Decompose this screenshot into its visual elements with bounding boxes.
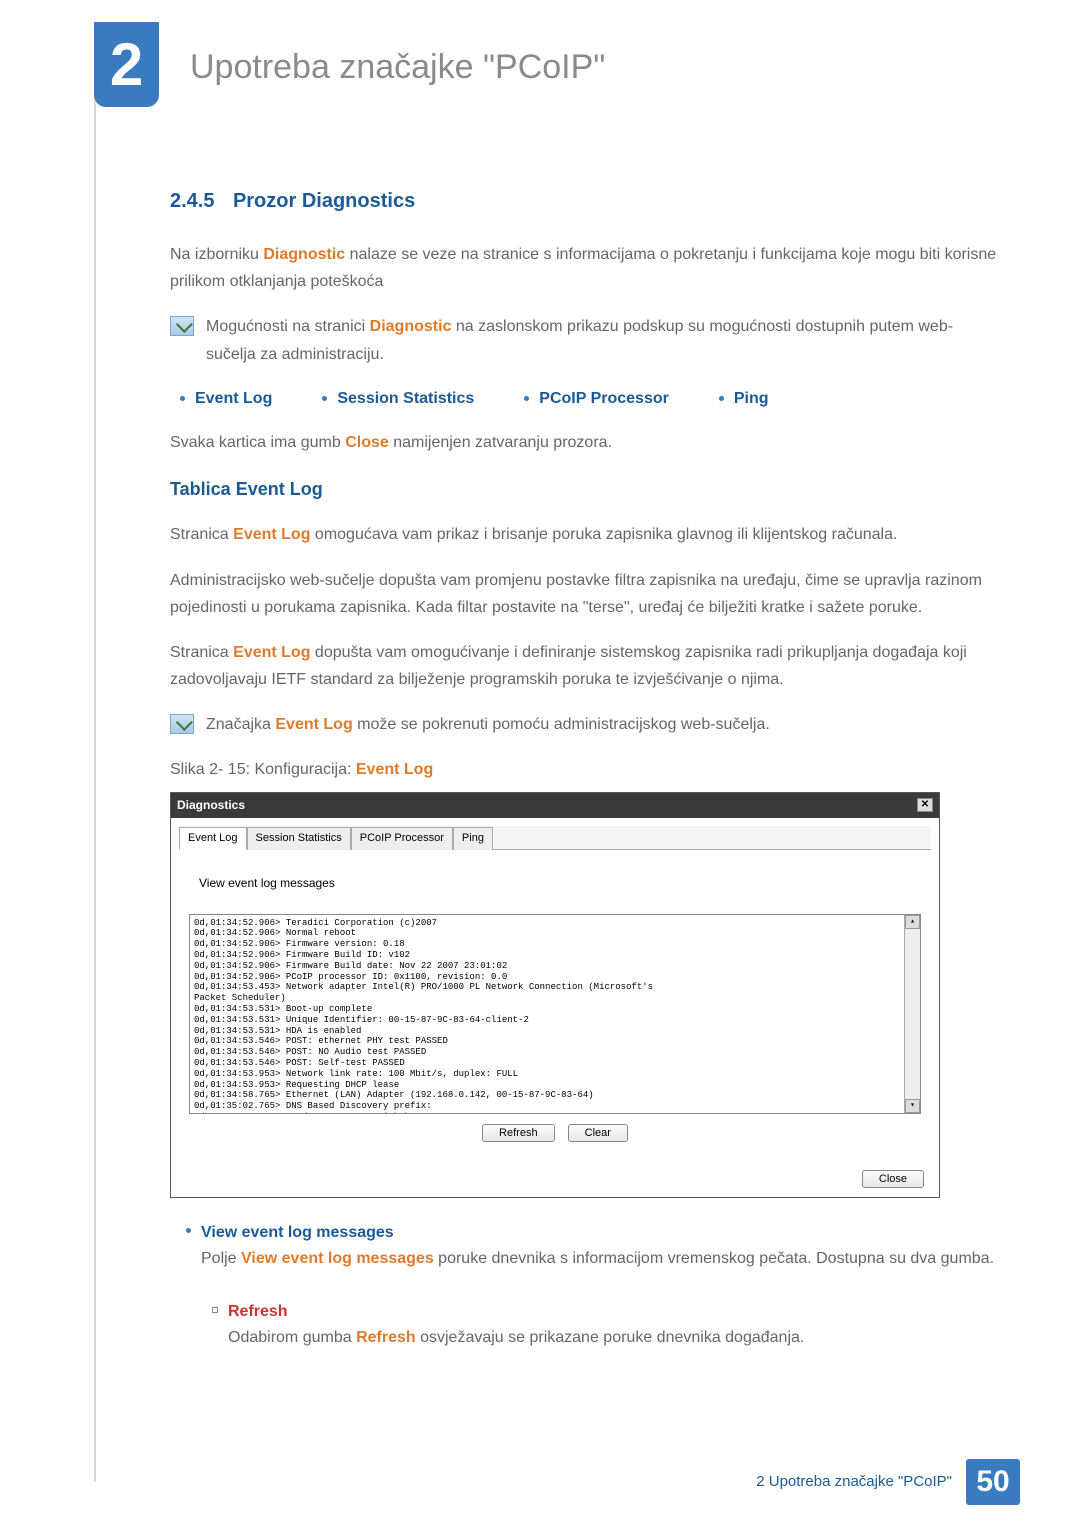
diagnostics-dialog: Diagnostics ✕ Event Log Session Statisti… — [170, 792, 940, 1198]
tab-event-log[interactable]: Event Log — [179, 827, 247, 851]
clear-button[interactable]: Clear — [568, 1124, 628, 1142]
section-number: 2.4.5 — [170, 190, 214, 212]
scroll-up-icon[interactable]: ▴ — [905, 915, 920, 929]
page-number-badge: 50 — [966, 1459, 1020, 1505]
bullet-icon — [524, 396, 529, 401]
sub-item-body: Odabirom gumba Refresh osvježavaju se pr… — [228, 1324, 1000, 1351]
close-button[interactable]: Close — [862, 1170, 924, 1188]
side-rule — [94, 22, 96, 1482]
text: Slika 2- 15: Konfiguracija: — [170, 761, 356, 778]
paragraph: Stranica Event Log dopušta vam omogućiva… — [170, 639, 1000, 693]
square-bullet-icon — [212, 1307, 218, 1313]
close-sentence: Svaka kartica ima gumb Close namijenjen … — [170, 429, 1000, 456]
text: Stranica — [170, 526, 233, 543]
keyword-diagnostic: Diagnostic — [263, 246, 345, 263]
list-item-body: Polje View event log messages poruke dne… — [201, 1245, 1000, 1272]
bullet-icon — [322, 396, 327, 401]
list-item-title: View event log messages — [201, 1220, 1000, 1246]
paragraph: Stranica Event Log omogućava vam prikaz … — [170, 521, 1000, 548]
event-log-textarea[interactable]: 0d,01:34:52.906> Teradici Corporation (c… — [189, 914, 921, 1114]
sub-item-title: Refresh — [228, 1299, 1000, 1325]
chapter-number-badge: 2 — [94, 22, 159, 107]
keyword-event-log: Event Log — [356, 761, 433, 778]
close-icon[interactable]: ✕ — [917, 798, 933, 812]
dialog-subtitle: View event log messages — [199, 874, 921, 893]
paragraph: Administracijsko web-sučelje dopušta vam… — [170, 567, 1000, 621]
figure-caption: Slika 2- 15: Konfiguracija: Event Log — [170, 756, 1000, 783]
bullet-icon — [180, 396, 185, 401]
note-icon — [170, 316, 194, 336]
text: Na izborniku — [170, 246, 263, 263]
subsection-title: Tablica Event Log — [170, 475, 1000, 504]
bullet-icon — [186, 1228, 191, 1233]
refresh-button[interactable]: Refresh — [482, 1124, 555, 1142]
section-title: Prozor Diagnostics — [233, 190, 415, 212]
text: poruke dnevnika s informacijom vremensko… — [434, 1250, 994, 1267]
log-content: 0d,01:34:52.906> Teradici Corporation (c… — [190, 915, 904, 1113]
scroll-down-icon[interactable]: ▾ — [905, 1099, 920, 1113]
text: namijenjen zatvaranju prozora. — [389, 434, 612, 451]
text: Stranica — [170, 644, 233, 661]
tab-name-session-statistics: Session Statistics — [337, 386, 474, 412]
scrollbar[interactable]: ▴ ▾ — [904, 915, 920, 1113]
footer: 2 Upotreba značajke "PCoIP" 50 — [756, 1459, 1020, 1505]
text: može se pokrenuti pomoću administracijsk… — [353, 716, 770, 733]
footer-text: 2 Upotreba značajke "PCoIP" — [756, 1470, 966, 1494]
dialog-title-text: Diagnostics — [177, 796, 245, 815]
dialog-tabs: Event Log Session Statistics PCoIP Proce… — [179, 826, 931, 851]
tab-session-statistics[interactable]: Session Statistics — [247, 827, 351, 851]
text: Značajka — [206, 716, 275, 733]
tab-name-pcoip-processor: PCoIP Processor — [539, 386, 669, 412]
note-text: Mogućnosti na stranici Diagnostic na zas… — [206, 313, 1000, 367]
keyword-event-log: Event Log — [233, 644, 310, 661]
text: Mogućnosti na stranici — [206, 318, 370, 335]
tabs-bullet-list: Event Log Session Statistics PCoIP Proce… — [170, 386, 1000, 412]
text: omogućava vam prikaz i brisanje poruka z… — [310, 526, 897, 543]
note-text: Značajka Event Log može se pokrenuti pom… — [206, 711, 1000, 738]
keyword: View event log messages — [241, 1250, 434, 1267]
text: Odabirom gumba — [228, 1329, 356, 1346]
bullet-icon — [719, 396, 724, 401]
tab-name-event-log: Event Log — [195, 386, 272, 412]
text: Polje — [201, 1250, 241, 1267]
dialog-titlebar: Diagnostics ✕ — [171, 793, 939, 818]
keyword-close: Close — [345, 434, 389, 451]
keyword-refresh: Refresh — [356, 1329, 416, 1346]
intro-paragraph: Na izborniku Diagnostic nalaze se veze n… — [170, 241, 1000, 295]
keyword-event-log: Event Log — [233, 526, 310, 543]
text: Svaka kartica ima gumb — [170, 434, 345, 451]
keyword-event-log: Event Log — [275, 716, 352, 733]
chapter-title: Upotreba značajke "PCoIP" — [190, 40, 605, 94]
keyword-diagnostic: Diagnostic — [370, 318, 452, 335]
tab-pcoip-processor[interactable]: PCoIP Processor — [351, 827, 453, 851]
note-icon — [170, 714, 194, 734]
tab-name-ping: Ping — [734, 386, 769, 412]
text: osvježavaju se prikazane poruke dnevnika… — [416, 1329, 805, 1346]
tab-ping[interactable]: Ping — [453, 827, 493, 851]
